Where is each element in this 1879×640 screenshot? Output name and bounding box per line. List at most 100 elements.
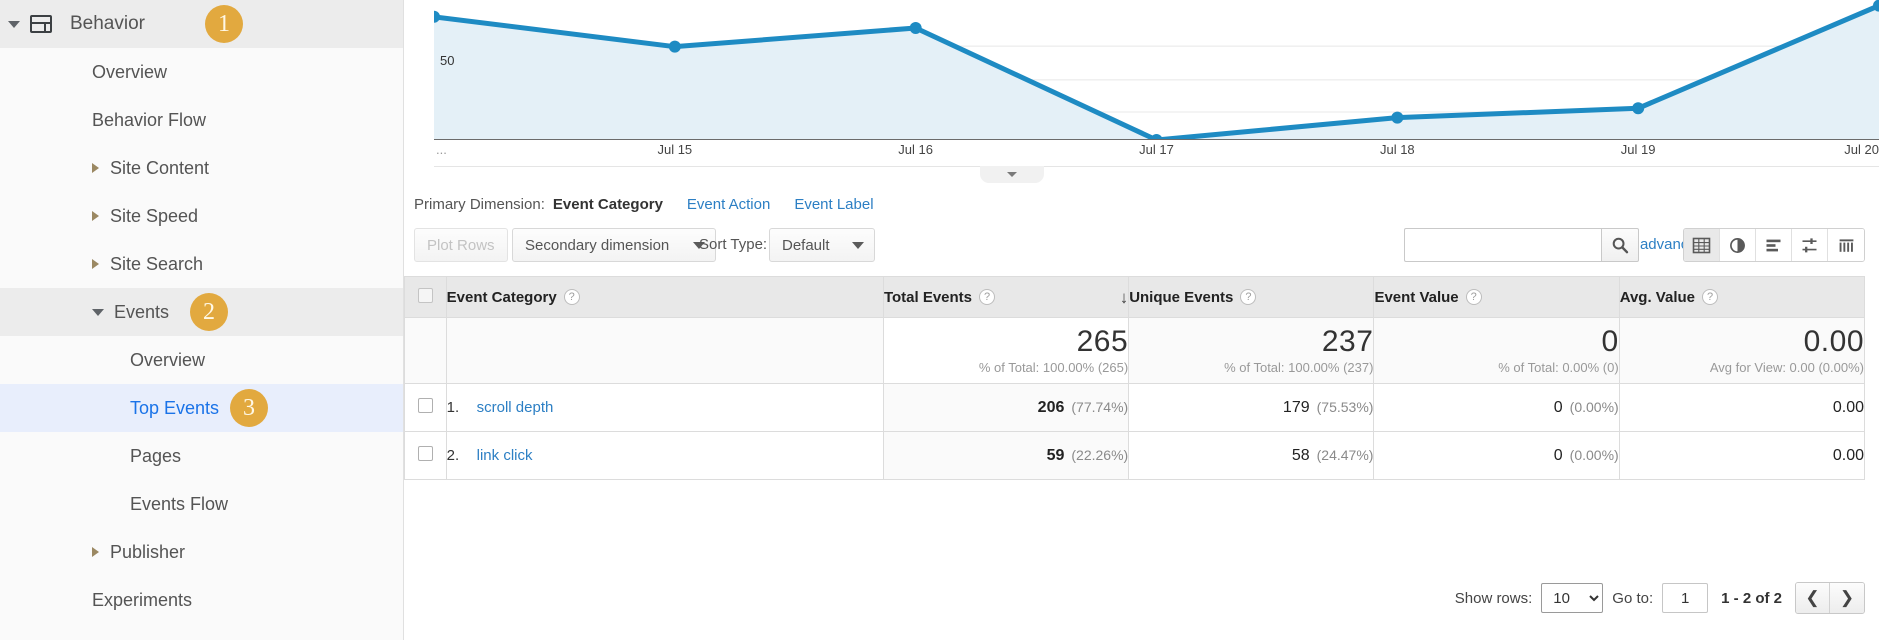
plot-rows-button[interactable]: Plot Rows bbox=[414, 228, 508, 262]
left-navigation-sidebar: Behavior 1 Overview Behavior Flow Site Conte… bbox=[0, 0, 404, 640]
sidebar-highlight-pill bbox=[323, 384, 403, 432]
performance-view-icon[interactable] bbox=[1792, 229, 1828, 261]
select-all-header bbox=[405, 277, 447, 318]
sidebar-item-experiments[interactable]: Experiments bbox=[0, 576, 403, 624]
analytics-report-page: Behavior 1 Overview Behavior Flow Site Conte… bbox=[0, 0, 1879, 640]
behavior-icon bbox=[30, 15, 52, 33]
search-input[interactable] bbox=[1404, 228, 1601, 262]
sidebar-item-publisher[interactable]: Publisher bbox=[0, 528, 403, 576]
primary-dimension-event-category[interactable]: Event Category bbox=[553, 196, 663, 213]
row-dimension-cell: 2.link click bbox=[446, 432, 883, 480]
column-header-unique-events[interactable]: Unique Events ? bbox=[1129, 277, 1374, 318]
chart-x-tick-label: Jul 17 bbox=[1139, 142, 1174, 157]
sidebar-item-events[interactable]: Events2 bbox=[0, 288, 403, 336]
sidebar-item-overview[interactable]: Overview bbox=[0, 336, 403, 384]
pager-buttons: ❮ ❯ bbox=[1795, 582, 1865, 614]
row-checkbox[interactable] bbox=[418, 398, 433, 413]
secondary-dimension-button[interactable]: Secondary dimension bbox=[512, 228, 716, 262]
chart-data-point[interactable] bbox=[1391, 112, 1403, 124]
metric-value: 0.00 bbox=[1833, 447, 1864, 464]
goto-page-input[interactable] bbox=[1662, 583, 1708, 613]
chevron-right-icon[interactable] bbox=[92, 547, 99, 557]
row-rank: 1. bbox=[447, 399, 477, 416]
help-icon[interactable]: ? bbox=[1702, 289, 1718, 305]
row-total-events-cell: 59(22.26%) bbox=[883, 432, 1128, 480]
sidebar-item-label: Pages bbox=[130, 446, 181, 467]
sidebar-item-label: Behavior Flow bbox=[92, 110, 206, 131]
sidebar-item-top-events[interactable]: Top Events3 bbox=[0, 384, 403, 432]
show-rows-select[interactable]: 10255010025050010005000 bbox=[1541, 583, 1603, 613]
sidebar-item-events-flow[interactable]: Events Flow bbox=[0, 480, 403, 528]
sort-type-label: Sort Type: bbox=[699, 236, 767, 253]
row-unique-events-cell: 179(75.53%) bbox=[1129, 384, 1374, 432]
search-button[interactable] bbox=[1601, 228, 1639, 262]
sidebar-highlight-pill bbox=[323, 0, 403, 48]
chart-data-point[interactable] bbox=[669, 41, 681, 53]
primary-dimension-event-label[interactable]: Event Label bbox=[794, 196, 873, 213]
event-category-link[interactable]: link click bbox=[477, 447, 533, 464]
chart-x-tick-label: Jul 16 bbox=[898, 142, 933, 157]
show-rows-label: Show rows: bbox=[1455, 590, 1533, 607]
column-header-event-category[interactable]: Event Category ? bbox=[446, 277, 883, 318]
table-row[interactable]: 2.link click59(22.26%)58(24.47%)0(0.00%)… bbox=[405, 432, 1865, 480]
column-header-total-events[interactable]: Total Events ? ↓ bbox=[883, 277, 1128, 318]
sidebar-item-label: Top Events bbox=[130, 398, 219, 419]
table-view-icon[interactable] bbox=[1684, 229, 1720, 261]
chart-x-tick-label: Jul 19 bbox=[1621, 142, 1656, 157]
metric-percent: (0.00%) bbox=[1570, 447, 1619, 463]
sort-type-dropdown[interactable]: Default bbox=[769, 228, 875, 262]
sidebar-item-site-content[interactable]: Site Content bbox=[0, 144, 403, 192]
chevron-right-icon[interactable] bbox=[92, 163, 99, 173]
select-all-checkbox[interactable] bbox=[418, 288, 433, 303]
chart-collapse-toggle[interactable] bbox=[980, 166, 1044, 183]
table-header-row: Event Category ? Total Events ? ↓ bbox=[405, 277, 1865, 318]
column-header-event-value[interactable]: Event Value ? bbox=[1374, 277, 1619, 318]
summary-checkbox-cell bbox=[405, 318, 447, 384]
next-page-button[interactable]: ❯ bbox=[1830, 583, 1864, 613]
event-category-link[interactable]: scroll depth bbox=[477, 399, 554, 416]
table-row[interactable]: 1.scroll depth206(77.74%)179(75.53%)0(0.… bbox=[405, 384, 1865, 432]
summary-metric-cell: 0% of Total: 0.00% (0) bbox=[1374, 318, 1619, 384]
help-icon[interactable]: ? bbox=[564, 289, 580, 305]
metric-value: 0.00 bbox=[1833, 399, 1864, 416]
sidebar-item-overview[interactable]: Overview bbox=[0, 48, 403, 96]
sidebar-item-label: Experiments bbox=[92, 590, 192, 611]
chart-data-point[interactable] bbox=[1632, 102, 1644, 114]
horizontal-bars-icon bbox=[1764, 236, 1783, 255]
chevron-down-icon[interactable] bbox=[92, 309, 104, 316]
row-unique-events-cell: 58(24.47%) bbox=[1129, 432, 1374, 480]
metric-percent: (22.26%) bbox=[1071, 447, 1128, 463]
table-grid-icon bbox=[1692, 236, 1711, 255]
summary-metric-subtext: % of Total: 100.00% (265) bbox=[884, 360, 1128, 375]
column-header-avg-value[interactable]: Avg. Value ? bbox=[1619, 277, 1864, 318]
chevron-down-icon[interactable] bbox=[8, 21, 20, 28]
sidebar-item-site-search[interactable]: Site Search bbox=[0, 240, 403, 288]
sidebar-item-pages[interactable]: Pages bbox=[0, 432, 403, 480]
sidebar-item-behavior[interactable]: Behavior 1 bbox=[0, 0, 403, 48]
chevron-right-icon[interactable] bbox=[92, 211, 99, 221]
previous-page-button[interactable]: ❮ bbox=[1796, 583, 1830, 613]
metric-percent: (77.74%) bbox=[1071, 399, 1128, 415]
bar-chart-view-icon[interactable] bbox=[1756, 229, 1792, 261]
sort-descending-icon: ↓ bbox=[1120, 289, 1129, 306]
summary-metric-subtext: % of Total: 0.00% (0) bbox=[1374, 360, 1618, 375]
help-icon[interactable]: ? bbox=[1240, 289, 1256, 305]
chart-data-point[interactable] bbox=[910, 22, 922, 34]
pivot-view-icon[interactable] bbox=[1828, 229, 1864, 261]
help-icon[interactable]: ? bbox=[979, 289, 995, 305]
sidebar-item-label: Behavior bbox=[70, 13, 145, 35]
step-badge-1: 1 bbox=[205, 5, 243, 43]
row-checkbox[interactable] bbox=[418, 446, 433, 461]
sidebar-item-label: Site Speed bbox=[110, 206, 198, 227]
primary-dimension-event-action[interactable]: Event Action bbox=[687, 196, 770, 213]
sidebar-item-behavior-flow[interactable]: Behavior Flow bbox=[0, 96, 403, 144]
metric-value: 0 bbox=[1554, 399, 1563, 416]
pie-chart-icon bbox=[1728, 236, 1747, 255]
help-icon[interactable]: ? bbox=[1466, 289, 1482, 305]
plot-rows-label: Plot Rows bbox=[427, 237, 495, 254]
sidebar-item-site-speed[interactable]: Site Speed bbox=[0, 192, 403, 240]
chevron-right-icon[interactable] bbox=[92, 259, 99, 269]
metric-value: 179 bbox=[1283, 399, 1310, 416]
pie-chart-view-icon[interactable] bbox=[1720, 229, 1756, 261]
table-controls-bar: Plot Rows Secondary dimension Sort Type:… bbox=[414, 228, 1865, 268]
